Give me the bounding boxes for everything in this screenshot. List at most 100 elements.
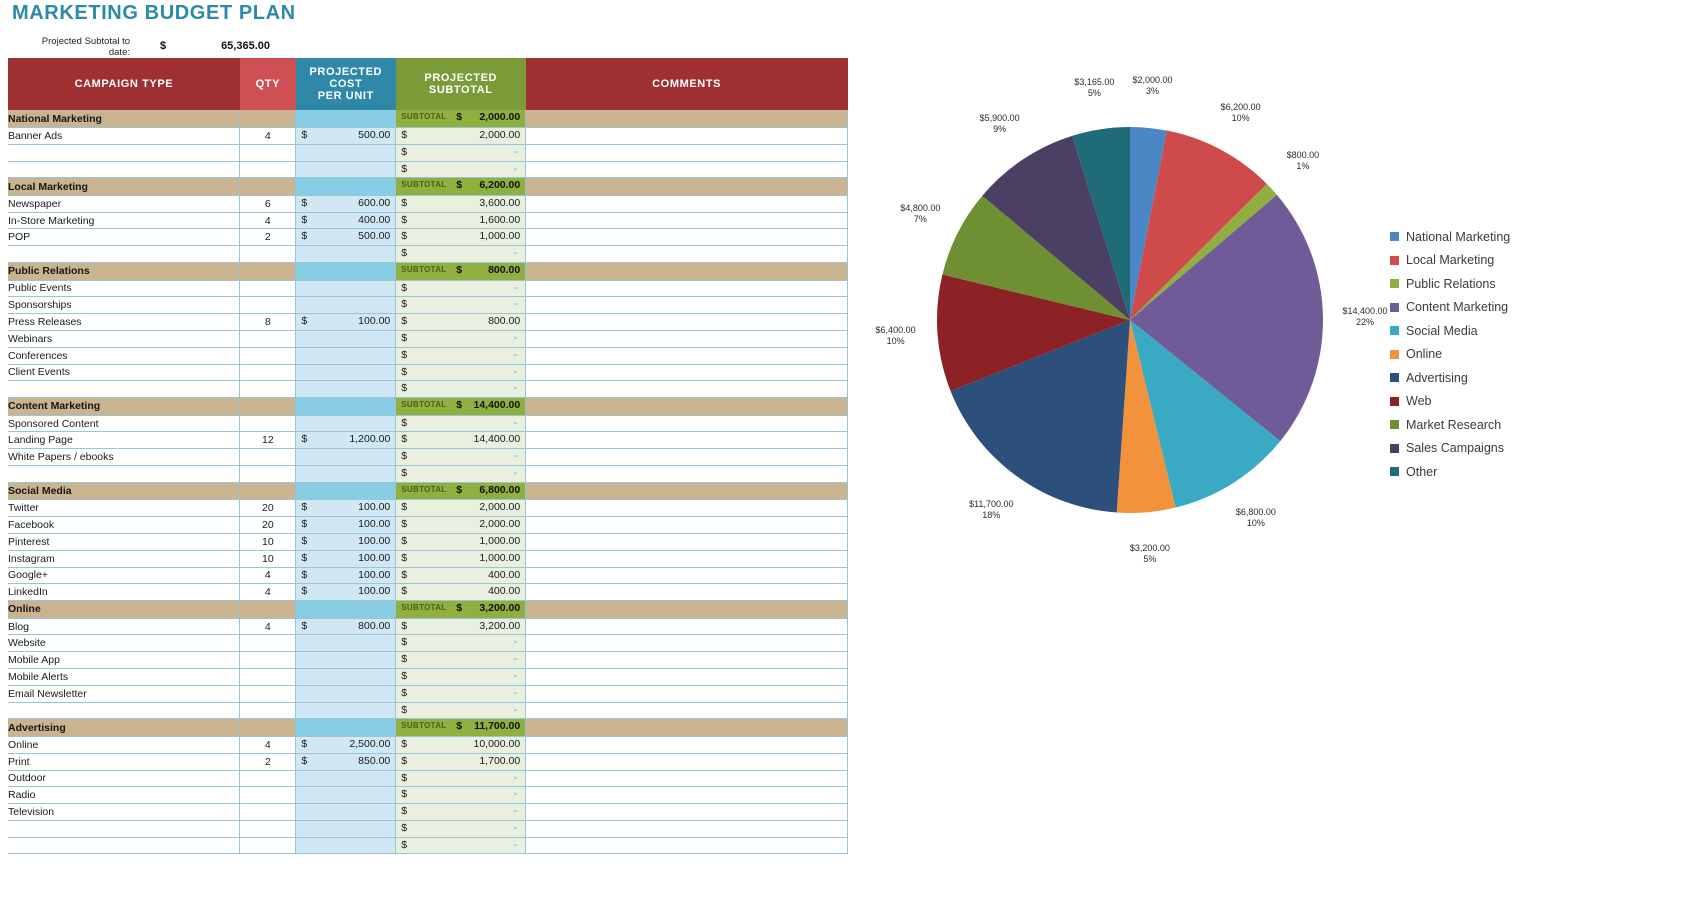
- table-row[interactable]: Instagram 10 $100.00 $1,000.00: [8, 550, 848, 568]
- cell-projected-subtotal[interactable]: $800.00: [395, 313, 527, 331]
- table-row[interactable]: Pinterest 10 $100.00 $1,000.00: [8, 533, 848, 551]
- cell-qty[interactable]: [239, 685, 297, 703]
- cell-projected-subtotal[interactable]: $400.00: [395, 583, 527, 602]
- cell-comments[interactable]: [525, 448, 848, 467]
- cell-qty[interactable]: [239, 245, 297, 264]
- cell-projected-subtotal[interactable]: $3,600.00: [395, 195, 527, 213]
- cell-comments[interactable]: [525, 820, 848, 838]
- cell-comments[interactable]: [525, 567, 848, 585]
- cell-qty[interactable]: [239, 296, 297, 315]
- cell-campaign-type[interactable]: Sponsorships: [8, 296, 241, 315]
- legend-item-online[interactable]: Online: [1390, 343, 1510, 367]
- cell-qty[interactable]: 8: [239, 313, 297, 331]
- cell-campaign-type[interactable]: [8, 702, 241, 720]
- legend-item-other[interactable]: Other: [1390, 460, 1510, 484]
- table-row[interactable]: Newspaper 6 $600.00 $3,600.00: [8, 195, 848, 213]
- cell-qty[interactable]: 20: [239, 516, 297, 534]
- cell-cost-per-unit[interactable]: [295, 245, 397, 264]
- cell-campaign-type[interactable]: Website: [8, 634, 241, 653]
- cell-campaign-type[interactable]: Email Newsletter: [8, 685, 241, 703]
- cell-projected-subtotal[interactable]: $ -: [395, 465, 527, 483]
- table-row[interactable]: $ -: [8, 465, 848, 483]
- cell-qty[interactable]: 12: [239, 431, 297, 450]
- cell-qty[interactable]: [239, 702, 297, 720]
- cell-campaign-type[interactable]: [8, 820, 241, 838]
- cell-qty[interactable]: [239, 380, 297, 399]
- cell-cost-per-unit[interactable]: [295, 161, 397, 179]
- table-row[interactable]: Conferences $ -: [8, 347, 848, 365]
- cell-comments[interactable]: [525, 415, 848, 433]
- table-row[interactable]: $ -: [8, 245, 848, 264]
- cell-cost-per-unit[interactable]: [295, 651, 397, 670]
- cell-cost-per-unit[interactable]: $100.00: [295, 567, 397, 585]
- cell-comments[interactable]: [525, 550, 848, 568]
- cell-projected-subtotal[interactable]: $ -: [395, 330, 527, 348]
- cell-projected-subtotal[interactable]: $400.00: [395, 567, 527, 585]
- table-row[interactable]: Press Releases 8 $100.00 $800.00: [8, 313, 848, 331]
- cell-campaign-type[interactable]: [8, 837, 241, 855]
- legend-item-web[interactable]: Web: [1390, 390, 1510, 414]
- cell-comments[interactable]: [525, 347, 848, 365]
- cell-projected-subtotal[interactable]: $ -: [395, 296, 527, 315]
- legend-item-market-research[interactable]: Market Research: [1390, 413, 1510, 437]
- cell-qty[interactable]: [239, 465, 297, 483]
- cell-projected-subtotal[interactable]: $ -: [395, 651, 527, 670]
- cell-campaign-type[interactable]: [8, 465, 241, 483]
- table-row[interactable]: Print 2 $850.00 $1,700.00: [8, 753, 848, 771]
- cell-qty[interactable]: 2: [239, 228, 297, 247]
- table-row[interactable]: Sponsored Content $ -: [8, 415, 848, 433]
- table-row[interactable]: Facebook 20 $100.00 $2,000.00: [8, 516, 848, 534]
- cell-cost-per-unit[interactable]: $500.00: [295, 228, 397, 247]
- cell-comments[interactable]: [525, 837, 848, 855]
- table-row[interactable]: Television $ -: [8, 803, 848, 821]
- cell-cost-per-unit[interactable]: [295, 702, 397, 720]
- cell-qty[interactable]: [239, 161, 297, 179]
- cell-campaign-type[interactable]: Pinterest: [8, 533, 241, 551]
- cell-qty[interactable]: [239, 280, 297, 298]
- cell-cost-per-unit[interactable]: [295, 380, 397, 399]
- cell-comments[interactable]: [525, 212, 848, 230]
- cell-qty[interactable]: [239, 448, 297, 467]
- cell-qty[interactable]: 10: [239, 550, 297, 568]
- cell-qty[interactable]: 6: [239, 195, 297, 213]
- cell-cost-per-unit[interactable]: $100.00: [295, 550, 397, 568]
- cell-projected-subtotal[interactable]: $ -: [395, 144, 527, 162]
- table-group-row[interactable]: Advertising SUBTOTAL $11,700.00: [8, 718, 848, 737]
- cell-cost-per-unit[interactable]: [295, 786, 397, 805]
- cell-qty[interactable]: [239, 803, 297, 821]
- cell-comments[interactable]: [525, 195, 848, 213]
- table-group-row[interactable]: Online SUBTOTAL $3,200.00: [8, 600, 848, 619]
- table-row[interactable]: Online 4 $2,500.00 $10,000.00: [8, 736, 848, 754]
- cell-projected-subtotal[interactable]: $ -: [395, 820, 527, 838]
- cell-qty[interactable]: 4: [239, 567, 297, 585]
- cell-campaign-type[interactable]: Webinars: [8, 330, 241, 348]
- cell-campaign-type[interactable]: Print: [8, 753, 241, 771]
- cell-projected-subtotal[interactable]: $ -: [395, 161, 527, 179]
- legend-item-social-media[interactable]: Social Media: [1390, 319, 1510, 343]
- table-row[interactable]: Public Events $ -: [8, 280, 848, 298]
- cell-qty[interactable]: [239, 651, 297, 670]
- table-row[interactable]: $ -: [8, 161, 848, 179]
- cell-qty[interactable]: 4: [239, 583, 297, 602]
- cell-projected-subtotal[interactable]: $1,000.00: [395, 228, 527, 247]
- cell-projected-subtotal[interactable]: $ -: [395, 803, 527, 821]
- cell-projected-subtotal[interactable]: $ -: [395, 415, 527, 433]
- table-row[interactable]: Webinars $ -: [8, 330, 848, 348]
- cell-comments[interactable]: [525, 127, 848, 145]
- cell-cost-per-unit[interactable]: [295, 144, 397, 162]
- cell-qty[interactable]: [239, 837, 297, 855]
- legend-item-content-marketing[interactable]: Content Marketing: [1390, 296, 1510, 320]
- cell-comments[interactable]: [525, 533, 848, 551]
- cell-comments[interactable]: [525, 144, 848, 162]
- cell-comments[interactable]: [525, 685, 848, 703]
- cell-comments[interactable]: [525, 803, 848, 821]
- table-row[interactable]: Blog 4 $800.00 $3,200.00: [8, 618, 848, 636]
- cell-comments[interactable]: [525, 668, 848, 686]
- cell-campaign-type[interactable]: [8, 380, 241, 399]
- cell-campaign-type[interactable]: [8, 161, 241, 179]
- cell-campaign-type[interactable]: Newspaper: [8, 195, 241, 213]
- cell-campaign-type[interactable]: Mobile Alerts: [8, 668, 241, 686]
- cell-campaign-type[interactable]: Twitter: [8, 499, 241, 518]
- cell-comments[interactable]: [525, 364, 848, 382]
- budget-table[interactable]: CAMPAIGN TYPE QTY PROJECTED COST PER UNI…: [8, 58, 848, 855]
